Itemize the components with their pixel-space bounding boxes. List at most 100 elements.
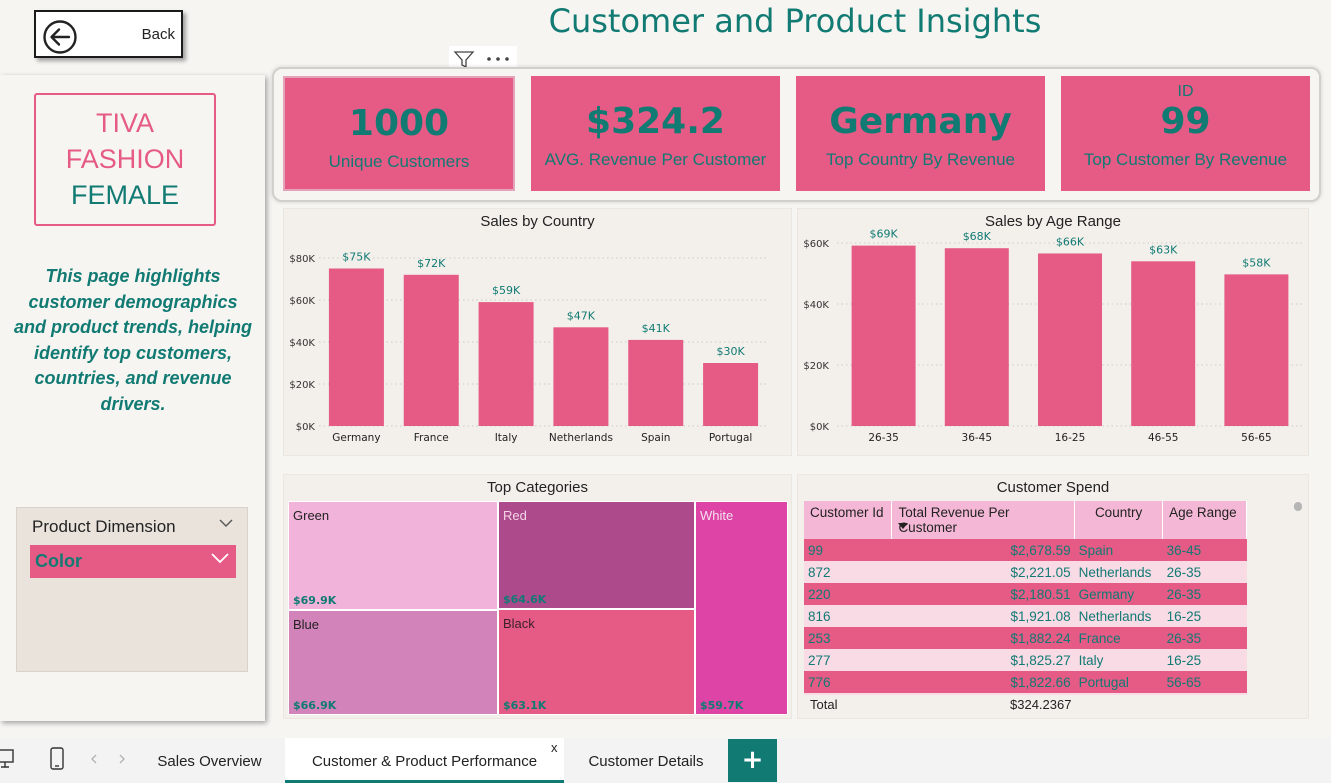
y-tick-label: $80K xyxy=(289,254,315,265)
data-label: $47K xyxy=(567,309,596,322)
cell-age-range: 36-45 xyxy=(1162,539,1247,561)
cell-country: Italy xyxy=(1074,649,1163,671)
back-button[interactable]: Back xyxy=(34,10,183,58)
cell-total-revenue: $1,825.27 xyxy=(891,649,1075,671)
kpi-value: $324.2 xyxy=(586,101,725,142)
treemap-cell-white[interactable]: White $59.7K xyxy=(695,501,788,715)
cell-customer-id: 190 xyxy=(804,693,892,695)
more-options-icon[interactable] xyxy=(485,56,511,62)
data-label: $58K xyxy=(1242,256,1271,269)
data-label: $72K xyxy=(417,257,446,270)
chevron-down-icon xyxy=(211,553,229,564)
table-row[interactable]: 220 $2,180.51 Germany 26-35 xyxy=(804,583,1247,605)
chevron-left-icon[interactable] xyxy=(90,754,98,764)
kpi-value: 99 xyxy=(1160,101,1211,142)
kpi-card-top-customer[interactable]: ID 99 Top Customer By Revenue xyxy=(1061,76,1310,191)
x-tick-label: 16-25 xyxy=(1055,432,1086,444)
table-row[interactable]: 99 $2,678.59 Spain 36-45 xyxy=(804,539,1247,561)
treemap-cell-green[interactable]: Green $69.9K xyxy=(288,501,498,610)
treemap-cell-red[interactable]: Red $64.6K xyxy=(498,501,695,609)
cell-customer-id: 99 xyxy=(804,539,892,561)
treemap-label: Green xyxy=(293,508,330,523)
treemap-value: $59.7K xyxy=(700,699,744,712)
table-row[interactable]: 872 $2,221.05 Netherlands 26-35 xyxy=(804,561,1247,583)
data-label: $63K xyxy=(1149,243,1178,256)
chevron-right-icon[interactable] xyxy=(118,754,126,764)
sales-by-age-range-chart[interactable]: Sales by Age Range $0K $20K $40K $60K $69K 26… xyxy=(797,208,1309,456)
bar[interactable] xyxy=(403,274,459,426)
x-tick-label: Netherlands xyxy=(549,432,613,444)
kpi-label: Unique Customers xyxy=(328,152,470,171)
bar[interactable] xyxy=(703,363,759,426)
bar[interactable] xyxy=(851,245,916,426)
treemap-cell-blue[interactable]: Blue $66.9K xyxy=(288,610,498,715)
x-tick-label: 26-35 xyxy=(868,432,899,444)
data-label: $59K xyxy=(492,284,521,297)
sales-by-age-range-svg: $0K $20K $40K $60K $69K 26-35 $68K 36-45 $66K 16-… xyxy=(803,228,1303,444)
bar[interactable] xyxy=(478,302,534,426)
cell-customer-id: 816 xyxy=(804,605,892,627)
cell-total-revenue: $1,822.66 xyxy=(891,671,1075,693)
table-row[interactable]: 190$1,722.06Italy26-35 xyxy=(804,693,1247,695)
y-tick-label: $40K xyxy=(289,338,315,349)
sales-by-country-svg: $0K $20K $40K $60K $80K $75K Germany $72K France… xyxy=(289,251,768,444)
column-header-total-revenue[interactable]: Total Revenue Per Customer xyxy=(891,501,1076,539)
bar[interactable] xyxy=(1224,274,1289,426)
total-value: $324.2367 xyxy=(1010,697,1072,712)
y-tick-label: $0K xyxy=(296,422,316,433)
cell-total-revenue: $2,221.05 xyxy=(891,561,1075,583)
cell-age-range: 26-35 xyxy=(1162,561,1247,583)
table-row[interactable]: 253 $1,882.24 France 26-35 xyxy=(804,627,1247,649)
column-header-age-range[interactable]: Age Range xyxy=(1162,501,1247,539)
x-tick-label: Italy xyxy=(495,432,518,444)
bar[interactable] xyxy=(1131,261,1196,426)
cell-customer-id: 220 xyxy=(804,583,892,605)
desktop-layout-icon[interactable] xyxy=(0,748,16,770)
slicer-dropdown[interactable]: Color xyxy=(30,545,236,578)
cell-total-revenue: $1,722.06 xyxy=(891,693,1075,695)
bar[interactable] xyxy=(328,268,384,427)
slicer-selected-value: Color xyxy=(35,551,82,571)
cell-customer-id: 872 xyxy=(804,561,892,583)
bar[interactable] xyxy=(553,327,609,426)
table-title: Customer Spend xyxy=(996,479,1110,496)
tab-customer-product-performance[interactable]: Customer & Product Performance xyxy=(285,738,564,783)
bar[interactable] xyxy=(628,339,684,426)
treemap-label: Blue xyxy=(293,617,320,632)
page-title: Customer and Product Insights xyxy=(548,2,1042,40)
kpi-card-avg-revenue[interactable]: $324.2 AVG. Revenue Per Customer xyxy=(531,76,780,191)
y-tick-label: $60K xyxy=(803,239,829,250)
data-label: $30K xyxy=(716,345,745,358)
treemap-cell-black[interactable]: Black $63.1K xyxy=(498,609,695,715)
sales-by-country-chart[interactable]: Sales by Country $0K $20K $40K $60K $80K $75K… xyxy=(283,208,792,456)
add-page-button[interactable]: + xyxy=(728,739,777,782)
brand-line-2: FASHION xyxy=(65,144,185,174)
column-header-customer-id[interactable]: Customer Id xyxy=(804,501,893,539)
customer-spend-table[interactable]: Customer Id Total Revenue Per Customer C… xyxy=(804,501,1247,695)
kpi-label: Top Country By Revenue xyxy=(826,150,1015,169)
x-tick-label: 46-55 xyxy=(1148,432,1179,444)
column-header-country[interactable]: Country xyxy=(1074,501,1164,539)
table-scrollbar[interactable] xyxy=(1294,502,1302,511)
back-label: Back xyxy=(141,26,175,43)
treemap-label: Red xyxy=(503,508,527,523)
tab-close-button[interactable]: x xyxy=(551,740,558,755)
cell-total-revenue: $2,180.51 xyxy=(891,583,1075,605)
treemap-value: $69.9K xyxy=(293,594,337,607)
bar[interactable] xyxy=(944,248,1009,426)
tab-sales-overview[interactable]: Sales Overview xyxy=(135,738,284,783)
kpi-card-top-country[interactable]: Germany Top Country By Revenue xyxy=(796,76,1045,191)
column-header-label: Total Revenue Per Customer xyxy=(898,505,1010,535)
kpi-card-unique-customers[interactable]: 1000 Unique Customers xyxy=(283,76,515,191)
tab-customer-details[interactable]: Customer Details xyxy=(566,738,726,783)
table-row[interactable]: 277 $1,825.27 Italy 16-25 xyxy=(804,649,1247,671)
kpi-value: Germany xyxy=(829,101,1012,142)
bar[interactable] xyxy=(1038,253,1102,426)
treemap-value: $66.9K xyxy=(293,699,337,712)
chevron-down-icon[interactable] xyxy=(219,518,233,528)
mobile-layout-icon[interactable] xyxy=(49,747,65,771)
data-label: $66K xyxy=(1056,235,1085,248)
table-row[interactable]: 776 $1,822.66 Portugal 56-65 xyxy=(804,671,1247,693)
x-tick-label: France xyxy=(414,432,449,444)
table-row[interactable]: 816 $1,921.08 Netherlands 16-25 xyxy=(804,605,1247,627)
